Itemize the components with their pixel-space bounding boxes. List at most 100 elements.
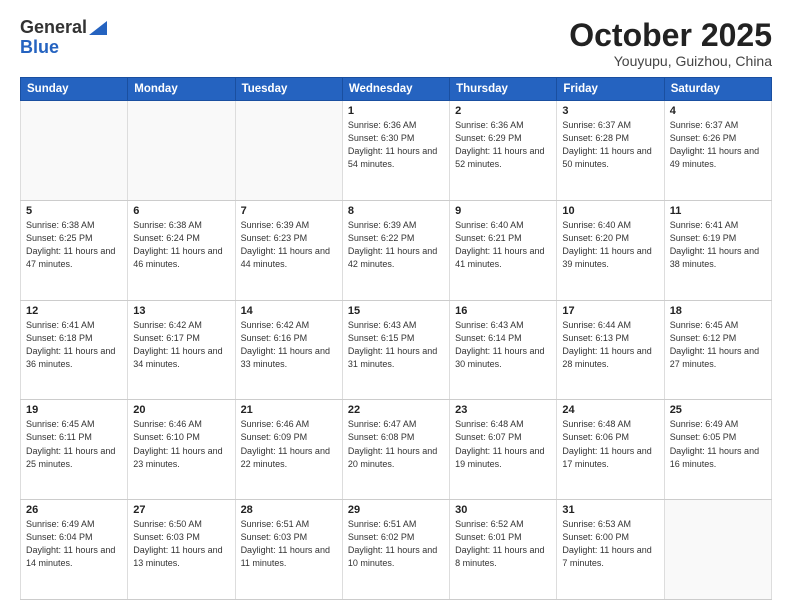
calendar-cell: 5 Sunrise: 6:38 AM Sunset: 6:25 PM Daylig… bbox=[21, 200, 128, 300]
calendar-cell: 21 Sunrise: 6:46 AM Sunset: 6:09 PM Dayli… bbox=[235, 400, 342, 500]
calendar-cell: 9 Sunrise: 6:40 AM Sunset: 6:21 PM Daylig… bbox=[450, 200, 557, 300]
day-info: Sunrise: 6:39 AM Sunset: 6:22 PM Dayligh… bbox=[348, 219, 444, 271]
logo-blue-text: Blue bbox=[20, 38, 59, 58]
day-number: 11 bbox=[670, 205, 766, 217]
col-friday: Friday bbox=[557, 78, 664, 101]
day-info: Sunrise: 6:43 AM Sunset: 6:15 PM Dayligh… bbox=[348, 319, 444, 371]
month-title: October 2025 bbox=[569, 18, 772, 53]
calendar-cell: 30 Sunrise: 6:52 AM Sunset: 6:01 PM Dayli… bbox=[450, 500, 557, 600]
title-block: October 2025 Youyupu, Guizhou, China bbox=[569, 18, 772, 69]
calendar-cell: 6 Sunrise: 6:38 AM Sunset: 6:24 PM Daylig… bbox=[128, 200, 235, 300]
day-info: Sunrise: 6:38 AM Sunset: 6:24 PM Dayligh… bbox=[133, 219, 229, 271]
day-number: 9 bbox=[455, 205, 551, 217]
day-number: 1 bbox=[348, 105, 444, 117]
day-info: Sunrise: 6:37 AM Sunset: 6:28 PM Dayligh… bbox=[562, 119, 658, 171]
calendar-cell: 14 Sunrise: 6:42 AM Sunset: 6:16 PM Dayli… bbox=[235, 300, 342, 400]
week-row-5: 26Sunrise: 6:49 AM Sunset: 6:04 PM Dayli… bbox=[21, 500, 772, 600]
calendar-cell: 27 Sunrise: 6:50 AM Sunset: 6:03 PM Dayli… bbox=[128, 500, 235, 600]
calendar-cell: 23Sunrise: 6:48 AM Sunset: 6:07 PM Dayli… bbox=[450, 400, 557, 500]
day-info: Sunrise: 6:41 AM Sunset: 6:19 PM Dayligh… bbox=[670, 219, 766, 271]
calendar-table: Sunday Monday Tuesday Wednesday Thursday… bbox=[20, 77, 772, 600]
day-number: 18 bbox=[670, 305, 766, 317]
day-info: Sunrise: 6:36 AM Sunset: 6:29 PM Dayligh… bbox=[455, 119, 551, 171]
calendar-cell: 3 Sunrise: 6:37 AM Sunset: 6:28 PM Daylig… bbox=[557, 101, 664, 201]
calendar-cell: 29 Sunrise: 6:51 AM Sunset: 6:02 PM Dayli… bbox=[342, 500, 449, 600]
day-number: 14 bbox=[241, 305, 337, 317]
day-info: Sunrise: 6:41 AM Sunset: 6:18 PM Dayligh… bbox=[26, 319, 122, 371]
calendar-cell: 1 Sunrise: 6:36 AM Sunset: 6:30 PM Daylig… bbox=[342, 101, 449, 201]
calendar-cell: 11 Sunrise: 6:41 AM Sunset: 6:19 PM Dayli… bbox=[664, 200, 771, 300]
day-number: 27 bbox=[133, 504, 229, 516]
calendar-cell: 8 Sunrise: 6:39 AM Sunset: 6:22 PM Daylig… bbox=[342, 200, 449, 300]
day-number: 5 bbox=[26, 205, 122, 217]
calendar-cell bbox=[664, 500, 771, 600]
calendar-cell bbox=[21, 101, 128, 201]
calendar-cell: 10 Sunrise: 6:40 AM Sunset: 6:20 PM Dayli… bbox=[557, 200, 664, 300]
calendar-cell: 16 Sunrise: 6:43 AM Sunset: 6:14 PM Dayli… bbox=[450, 300, 557, 400]
calendar-cell: 18 Sunrise: 6:45 AM Sunset: 6:12 PM Dayli… bbox=[664, 300, 771, 400]
day-number: 15 bbox=[348, 305, 444, 317]
day-number: 25 bbox=[670, 404, 766, 416]
day-number: 17 bbox=[562, 305, 658, 317]
calendar-cell bbox=[128, 101, 235, 201]
day-number: 2 bbox=[455, 105, 551, 117]
col-saturday: Saturday bbox=[664, 78, 771, 101]
day-info: Sunrise: 6:42 AM Sunset: 6:17 PM Dayligh… bbox=[133, 319, 229, 371]
day-number: 24 bbox=[562, 404, 658, 416]
calendar-cell: 12 Sunrise: 6:41 AM Sunset: 6:18 PM Dayli… bbox=[21, 300, 128, 400]
day-number: 29 bbox=[348, 504, 444, 516]
day-info: Sunrise: 6:49 AM Sunset: 6:04 PM Dayligh… bbox=[26, 518, 122, 570]
day-info: Sunrise: 6:50 AM Sunset: 6:03 PM Dayligh… bbox=[133, 518, 229, 570]
day-number: 10 bbox=[562, 205, 658, 217]
day-info: Sunrise: 6:40 AM Sunset: 6:20 PM Dayligh… bbox=[562, 219, 658, 271]
day-info: Sunrise: 6:46 AM Sunset: 6:09 PM Dayligh… bbox=[241, 418, 337, 470]
day-number: 16 bbox=[455, 305, 551, 317]
calendar-cell: 15 Sunrise: 6:43 AM Sunset: 6:15 PM Dayli… bbox=[342, 300, 449, 400]
header: General Blue October 2025 Youyupu, Guizh… bbox=[20, 18, 772, 69]
day-info: Sunrise: 6:39 AM Sunset: 6:23 PM Dayligh… bbox=[241, 219, 337, 271]
day-number: 30 bbox=[455, 504, 551, 516]
day-info: Sunrise: 6:47 AM Sunset: 6:08 PM Dayligh… bbox=[348, 418, 444, 470]
day-info: Sunrise: 6:42 AM Sunset: 6:16 PM Dayligh… bbox=[241, 319, 337, 371]
day-info: Sunrise: 6:52 AM Sunset: 6:01 PM Dayligh… bbox=[455, 518, 551, 570]
calendar-cell: 26Sunrise: 6:49 AM Sunset: 6:04 PM Dayli… bbox=[21, 500, 128, 600]
day-info: Sunrise: 6:45 AM Sunset: 6:12 PM Dayligh… bbox=[670, 319, 766, 371]
day-number: 19 bbox=[26, 404, 122, 416]
day-info: Sunrise: 6:43 AM Sunset: 6:14 PM Dayligh… bbox=[455, 319, 551, 371]
day-info: Sunrise: 6:51 AM Sunset: 6:02 PM Dayligh… bbox=[348, 518, 444, 570]
week-row-3: 12 Sunrise: 6:41 AM Sunset: 6:18 PM Dayli… bbox=[21, 300, 772, 400]
day-number: 3 bbox=[562, 105, 658, 117]
calendar-cell: 20Sunrise: 6:46 AM Sunset: 6:10 PM Dayli… bbox=[128, 400, 235, 500]
day-number: 6 bbox=[133, 205, 229, 217]
day-info: Sunrise: 6:48 AM Sunset: 6:07 PM Dayligh… bbox=[455, 418, 551, 470]
calendar-cell: 13 Sunrise: 6:42 AM Sunset: 6:17 PM Dayli… bbox=[128, 300, 235, 400]
col-monday: Monday bbox=[128, 78, 235, 101]
col-tuesday: Tuesday bbox=[235, 78, 342, 101]
day-info: Sunrise: 6:46 AM Sunset: 6:10 PM Dayligh… bbox=[133, 418, 229, 470]
week-row-1: 1 Sunrise: 6:36 AM Sunset: 6:30 PM Daylig… bbox=[21, 101, 772, 201]
day-number: 13 bbox=[133, 305, 229, 317]
calendar-cell: 28 Sunrise: 6:51 AM Sunset: 6:03 PM Dayli… bbox=[235, 500, 342, 600]
day-number: 21 bbox=[241, 404, 337, 416]
calendar-cell: 7 Sunrise: 6:39 AM Sunset: 6:23 PM Daylig… bbox=[235, 200, 342, 300]
day-info: Sunrise: 6:51 AM Sunset: 6:03 PM Dayligh… bbox=[241, 518, 337, 570]
day-info: Sunrise: 6:45 AM Sunset: 6:11 PM Dayligh… bbox=[26, 418, 122, 470]
col-thursday: Thursday bbox=[450, 78, 557, 101]
day-info: Sunrise: 6:44 AM Sunset: 6:13 PM Dayligh… bbox=[562, 319, 658, 371]
calendar-cell: 4Sunrise: 6:37 AM Sunset: 6:26 PM Daylig… bbox=[664, 101, 771, 201]
calendar-cell: 19 Sunrise: 6:45 AM Sunset: 6:11 PM Dayli… bbox=[21, 400, 128, 500]
calendar-header-row: Sunday Monday Tuesday Wednesday Thursday… bbox=[21, 78, 772, 101]
day-number: 12 bbox=[26, 305, 122, 317]
col-wednesday: Wednesday bbox=[342, 78, 449, 101]
calendar-cell: 25Sunrise: 6:49 AM Sunset: 6:05 PM Dayli… bbox=[664, 400, 771, 500]
logo-general-text: General bbox=[20, 18, 87, 38]
day-number: 28 bbox=[241, 504, 337, 516]
calendar-cell bbox=[235, 101, 342, 201]
day-info: Sunrise: 6:53 AM Sunset: 6:00 PM Dayligh… bbox=[562, 518, 658, 570]
day-number: 7 bbox=[241, 205, 337, 217]
day-number: 8 bbox=[348, 205, 444, 217]
day-info: Sunrise: 6:40 AM Sunset: 6:21 PM Dayligh… bbox=[455, 219, 551, 271]
day-info: Sunrise: 6:36 AM Sunset: 6:30 PM Dayligh… bbox=[348, 119, 444, 171]
day-info: Sunrise: 6:38 AM Sunset: 6:25 PM Dayligh… bbox=[26, 219, 122, 271]
calendar-cell: 31Sunrise: 6:53 AM Sunset: 6:00 PM Dayli… bbox=[557, 500, 664, 600]
